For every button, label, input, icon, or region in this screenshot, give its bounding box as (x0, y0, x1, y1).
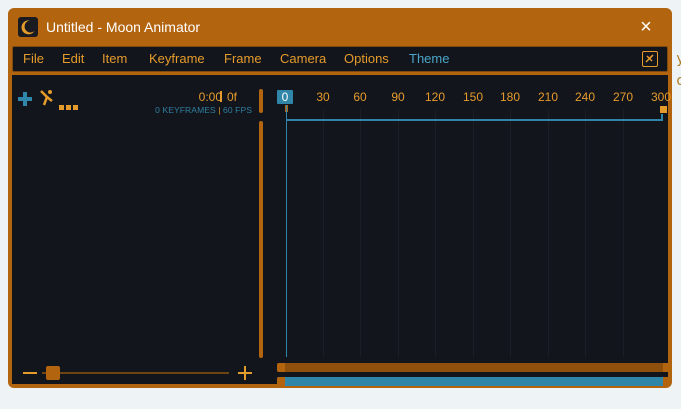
zoom-slider-thumb[interactable] (46, 366, 60, 380)
menu-keyframe[interactable]: Keyframe (149, 47, 205, 71)
item-panel: 0:00 0f 0 KEYFRAMES | 60 FPS (12, 75, 260, 384)
tick-label: 120 (424, 90, 446, 104)
animation-range-end (661, 114, 663, 121)
add-icon[interactable] (18, 92, 32, 106)
keyframe-info: 0 KEYFRAMES | 60 FPS (155, 105, 252, 115)
close-button[interactable]: × (636, 17, 656, 37)
grid-line (585, 109, 586, 357)
tick-label: 150 (462, 90, 484, 104)
time-separator (220, 91, 222, 102)
background-char-2: o (676, 73, 681, 89)
frame-readout: 0f (227, 90, 238, 104)
grid-line (435, 109, 436, 357)
panel-split-handle[interactable] (259, 121, 263, 358)
rig-bone-icon[interactable] (38, 89, 54, 107)
range-handle-left[interactable] (277, 377, 285, 386)
end-frame-marker[interactable] (660, 106, 667, 113)
playback-range-bar[interactable] (277, 377, 671, 386)
range-handle-right[interactable] (663, 377, 671, 386)
title-bar[interactable]: Untitled - Moon Animator × (8, 8, 672, 46)
menu-file[interactable]: File (23, 47, 44, 71)
menu-bar: File Edit Item Keyframe Frame Camera Opt… (12, 46, 668, 72)
grid-line (510, 109, 511, 357)
tick-label: 30 (316, 90, 330, 104)
menu-theme[interactable]: Theme (409, 47, 449, 71)
time-readout: 0:00 (198, 90, 222, 104)
keyframe-count: 0 KEYFRAMES (155, 105, 216, 115)
tick-label: 60 (353, 90, 367, 104)
menu-frame[interactable]: Frame (224, 47, 262, 71)
moon-animator-window: Untitled - Moon Animator × File Edit Ite… (8, 8, 672, 388)
tick-label: 210 (537, 90, 559, 104)
grid-line (623, 109, 624, 357)
tick-label: 90 (391, 90, 405, 104)
timeline-panel[interactable]: 0 30 60 90 120 150 180 210 240 270 300 (274, 75, 671, 386)
menu-edit[interactable]: Edit (62, 47, 84, 71)
tick-label: 240 (574, 90, 596, 104)
grid-line (398, 109, 399, 357)
panel-split-handle-top[interactable] (259, 89, 263, 113)
zoom-in-icon-vertical[interactable] (244, 366, 246, 380)
grid-line (323, 109, 324, 357)
zoom-out-icon[interactable] (23, 372, 37, 374)
background-char: y (676, 51, 681, 67)
grid-line (473, 109, 474, 357)
tick-label-current[interactable]: 0 (277, 90, 293, 104)
tick-label: 300 (650, 90, 672, 104)
scrollbar-handle-right[interactable] (663, 363, 671, 372)
menu-item[interactable]: Item (102, 47, 127, 71)
tick-label: 180 (499, 90, 521, 104)
grid-line (360, 109, 361, 357)
timeline-scrollbar[interactable] (277, 363, 671, 372)
tick-label: 270 (612, 90, 634, 104)
close-icon: × (640, 16, 652, 38)
playhead[interactable] (286, 105, 287, 357)
grid-line (548, 109, 549, 357)
scrollbar-handle-left[interactable] (277, 363, 285, 372)
timeline-zoom (12, 365, 260, 381)
zoom-slider-track[interactable] (42, 372, 229, 374)
background-partial-text: y o (676, 48, 681, 92)
menu-options[interactable]: Options (344, 47, 389, 71)
editor-content: 0:00 0f 0 KEYFRAMES | 60 FPS 0 30 60 90 … (12, 75, 671, 386)
collapse-box-icon[interactable] (642, 51, 658, 67)
animation-range-line (286, 119, 662, 121)
menu-camera[interactable]: Camera (280, 47, 326, 71)
window-title: Untitled - Moon Animator (46, 19, 201, 35)
more-dots-icon[interactable] (59, 97, 79, 110)
fps-label: 60 FPS (223, 105, 252, 115)
moon-app-icon (18, 17, 38, 37)
